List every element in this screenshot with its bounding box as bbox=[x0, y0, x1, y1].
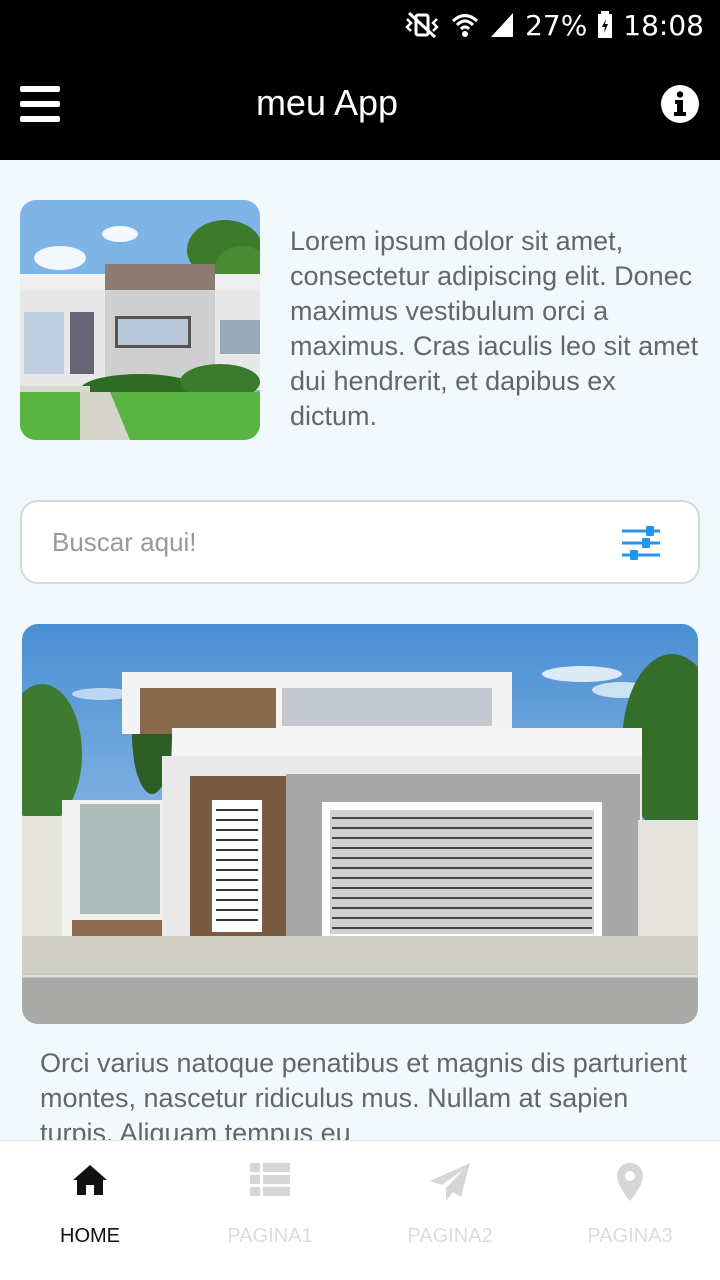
wifi-icon bbox=[451, 11, 479, 39]
battery-percent: 27% bbox=[525, 8, 588, 42]
bottom-navigation: HOME PAGINA1 PAGINA2 PAGINA3 bbox=[0, 1140, 720, 1280]
clock: 18:08 bbox=[623, 8, 704, 42]
nav-pagina2[interactable]: PAGINA2 bbox=[360, 1141, 540, 1280]
battery-icon bbox=[597, 11, 613, 39]
nav-pagina1[interactable]: PAGINA1 bbox=[180, 1141, 360, 1280]
house-feature-image bbox=[22, 624, 698, 1024]
body-paragraph: Orci varius natoque penatibus et magnis … bbox=[40, 1048, 687, 1140]
sliders-filter-icon[interactable] bbox=[622, 526, 660, 560]
search-input[interactable] bbox=[52, 520, 592, 564]
info-icon[interactable] bbox=[660, 84, 700, 124]
house-thumbnail-image bbox=[20, 200, 260, 440]
list-icon bbox=[250, 1163, 290, 1202]
home-icon bbox=[71, 1163, 109, 1202]
status-bar: 27% 18:08 bbox=[0, 0, 720, 50]
nav-pagina3[interactable]: PAGINA3 bbox=[540, 1141, 720, 1280]
nav-pagina3-label: PAGINA3 bbox=[587, 1225, 673, 1247]
nav-pagina1-label: PAGINA1 bbox=[227, 1225, 313, 1247]
app-title: meu App bbox=[255, 82, 399, 123]
nav-pagina2-label: PAGINA2 bbox=[407, 1225, 493, 1247]
intro-paragraph: Lorem ipsum dolor sit amet, consectetur … bbox=[290, 226, 699, 431]
mute-vibrate-icon bbox=[403, 11, 441, 39]
signal-icon bbox=[489, 11, 515, 39]
search-bar bbox=[20, 500, 700, 584]
map-pin-icon bbox=[617, 1163, 643, 1206]
nav-home-label: HOME bbox=[60, 1225, 120, 1247]
paper-plane-icon bbox=[430, 1163, 470, 1206]
content-area: Lorem ipsum dolor sit amet, consectetur … bbox=[0, 160, 720, 1140]
app-bar: meu App bbox=[0, 50, 720, 160]
nav-home[interactable]: HOME bbox=[0, 1141, 180, 1280]
